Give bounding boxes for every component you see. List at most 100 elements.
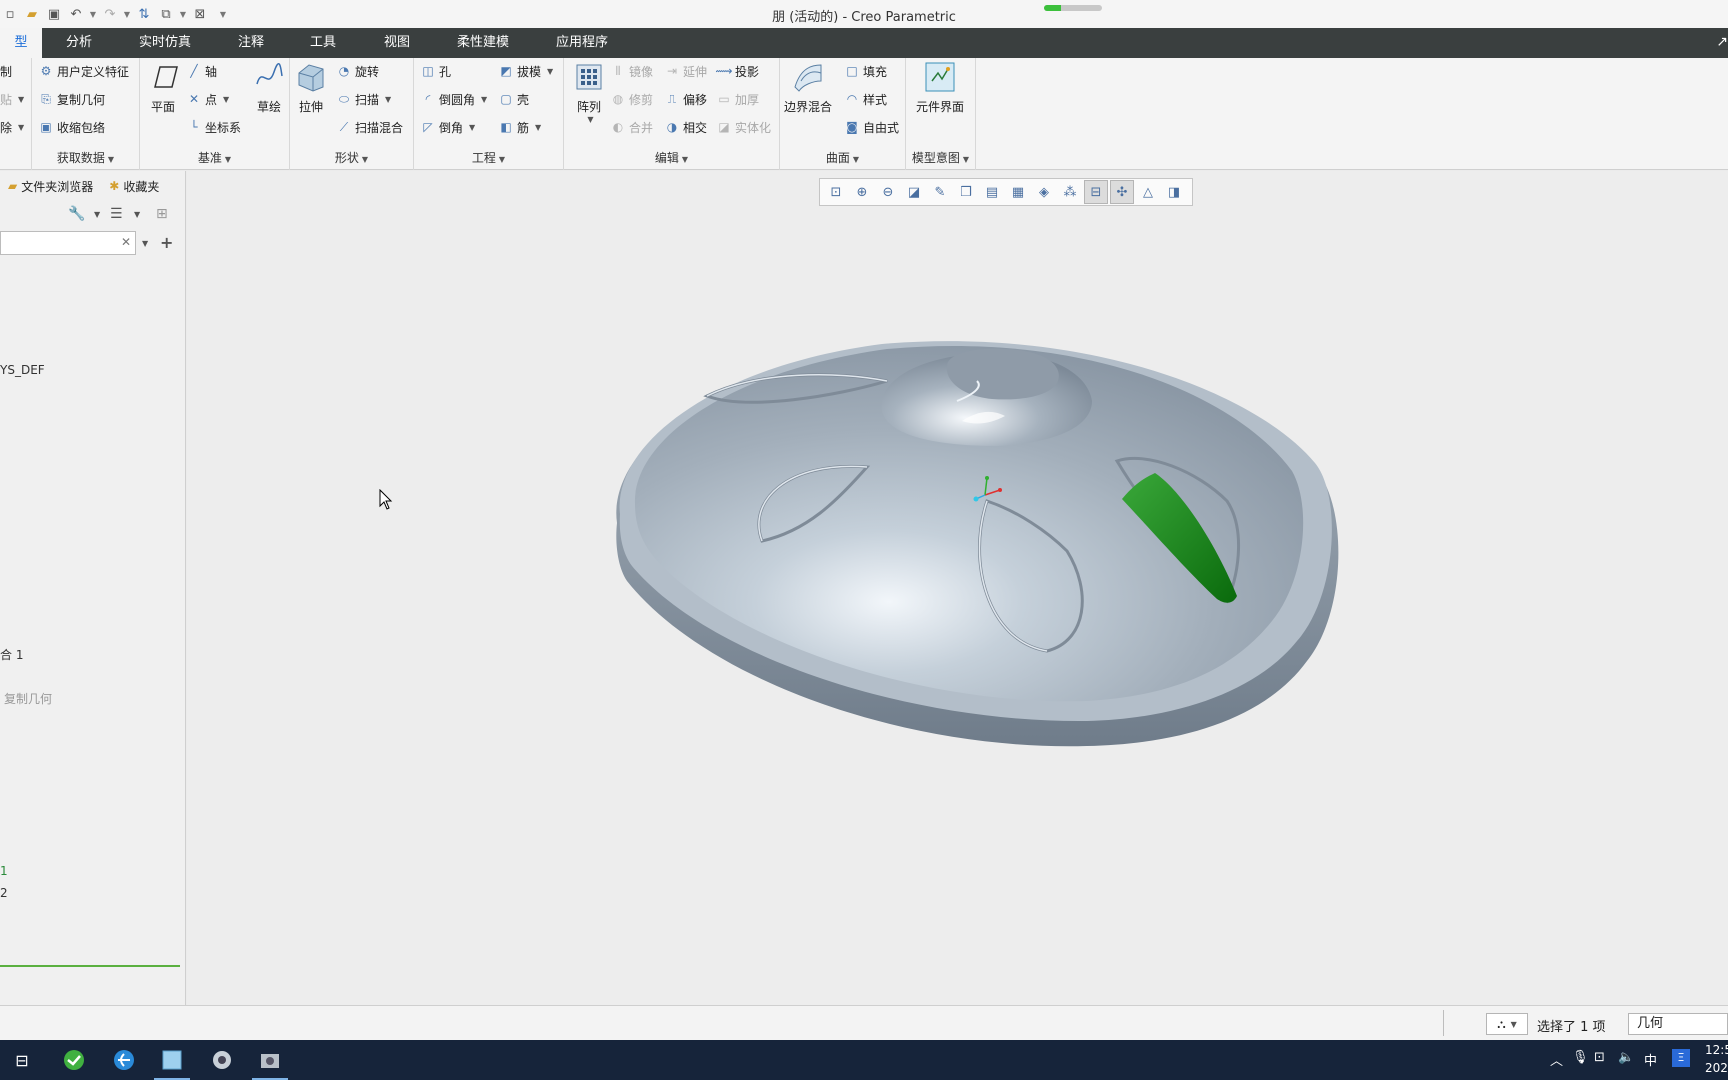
merge-label: 合并 bbox=[629, 120, 654, 135]
mirror-button[interactable]: ⫴ 镜像 bbox=[610, 60, 653, 82]
editing-label: 编辑 bbox=[654, 151, 679, 165]
thicken-button[interactable]: ▭ 加厚 bbox=[716, 88, 759, 110]
axis-button[interactable]: ╱ 轴 bbox=[186, 60, 217, 82]
sketch-icon bbox=[252, 60, 286, 94]
trim-button[interactable]: ◍ 修剪 bbox=[610, 88, 653, 110]
round-caret-icon: ▼ bbox=[481, 94, 488, 104]
clear-search-icon[interactable]: ✕ bbox=[121, 235, 131, 249]
fill-button[interactable]: □ 填充 bbox=[844, 60, 887, 82]
user-defined-feature-button[interactable]: ⚙ 用户定义特征 bbox=[38, 60, 129, 82]
group-label-surfaces[interactable]: 曲面 ▼ bbox=[780, 149, 905, 166]
group-label-model-intent[interactable]: 模型意图 ▼ bbox=[906, 149, 975, 166]
round-button[interactable]: ◜ 倒圆角 ▼ bbox=[420, 88, 488, 110]
ime-indicator[interactable]: 中 bbox=[1644, 1050, 1657, 1069]
tree-filter-icon[interactable]: ⊞ bbox=[156, 206, 168, 222]
solidify-icon: ◪ bbox=[718, 120, 730, 134]
coordinate-system-button[interactable]: └ 坐标系 bbox=[186, 116, 241, 138]
tab-live-simulation[interactable]: 实时仿真 bbox=[130, 28, 200, 58]
extrude-button[interactable]: 拉伸 bbox=[294, 60, 328, 115]
shell-button[interactable]: ▢ 壳 bbox=[498, 88, 529, 110]
group-label-shapes[interactable]: 形状 ▼ bbox=[290, 149, 413, 166]
solidify-button[interactable]: ◪ 实体化 bbox=[716, 116, 771, 138]
tab-flexible-modeling[interactable]: 柔性建模 bbox=[450, 28, 516, 58]
shrinkwrap-button[interactable]: ▣ 收缩包络 bbox=[38, 116, 105, 138]
3d-model[interactable] bbox=[187, 171, 1728, 1005]
paste-button[interactable]: 贴 ▼ bbox=[0, 88, 24, 110]
pattern-label: 阵列 bbox=[576, 100, 601, 114]
show-hidden-icons-icon[interactable]: ︿ bbox=[1550, 1050, 1563, 1069]
minimize-ribbon-icon[interactable]: ↗ bbox=[1716, 34, 1728, 50]
tree-item-3[interactable]: 2 bbox=[0, 886, 8, 900]
clock-date[interactable]: 202 bbox=[1705, 1061, 1728, 1075]
volume-icon[interactable]: 🔈 bbox=[1618, 1050, 1634, 1065]
tree-item-copy-geometry[interactable]: 复制几何 bbox=[4, 690, 52, 707]
tab-model[interactable]: 型 bbox=[0, 28, 42, 58]
merge-button[interactable]: ◐ 合并 bbox=[610, 116, 653, 138]
sweep-button[interactable]: ⬭ 扫描 ▼ bbox=[336, 88, 391, 110]
intersect-icon: ◑ bbox=[666, 120, 678, 134]
add-icon[interactable]: + bbox=[160, 233, 173, 252]
intersect-button[interactable]: ◑ 相交 bbox=[664, 116, 707, 138]
sketch-button[interactable]: 草绘 bbox=[252, 60, 286, 115]
rib-button[interactable]: ◧ 筋 ▼ bbox=[498, 116, 541, 138]
find-button[interactable]: ⛬ ▼ bbox=[1486, 1013, 1528, 1035]
tab-favorites[interactable]: ✱ 收藏夹 bbox=[101, 171, 167, 201]
selection-filter[interactable]: 几何 bbox=[1628, 1013, 1728, 1035]
browser-icon[interactable] bbox=[102, 1040, 146, 1080]
style-button[interactable]: ◠ 样式 bbox=[844, 88, 887, 110]
pattern-button[interactable]: 阵列 ▼ bbox=[572, 60, 606, 124]
delete-button[interactable]: 除 ▼ bbox=[0, 116, 24, 138]
group-label-editing[interactable]: 编辑 ▼ bbox=[564, 149, 779, 166]
creo-taskbar-icon[interactable] bbox=[150, 1040, 194, 1080]
insert-indicator-line[interactable] bbox=[0, 965, 180, 967]
tab-applications[interactable]: 应用程序 bbox=[548, 28, 616, 58]
plane-button[interactable]: 平面 bbox=[146, 60, 180, 115]
tab-tools[interactable]: 工具 bbox=[302, 28, 344, 58]
extend-button[interactable]: ⇥ 延伸 bbox=[664, 60, 707, 82]
group-label-get-data[interactable]: 获取数据 ▼ bbox=[32, 149, 139, 166]
app-camera-icon[interactable] bbox=[200, 1040, 244, 1080]
revolve-button[interactable]: ◔ 旋转 bbox=[336, 60, 379, 82]
boundary-blend-button[interactable]: 边界混合 bbox=[784, 60, 832, 115]
show-icon[interactable]: ☰ bbox=[110, 206, 123, 222]
show-caret-icon[interactable]: ▼ bbox=[134, 210, 140, 219]
tree-settings-caret-icon[interactable]: ▼ bbox=[94, 210, 100, 219]
hole-button[interactable]: ◫ 孔 bbox=[420, 60, 451, 82]
chamfer-caret-icon: ▼ bbox=[469, 122, 476, 132]
copy-geometry-button[interactable]: ⎘ 复制几何 bbox=[38, 88, 105, 110]
tree-item-2[interactable]: 1 bbox=[0, 864, 8, 878]
input-method-icon[interactable]: Ξ bbox=[1672, 1049, 1690, 1067]
chamfer-button[interactable]: ◸ 倒角 ▼ bbox=[420, 116, 475, 138]
tree-item-default-csys[interactable]: YS_DEF bbox=[0, 363, 45, 377]
surfaces-caret-icon: ▼ bbox=[852, 155, 860, 164]
search-options-caret-icon[interactable]: ▼ bbox=[142, 239, 148, 248]
draft-button[interactable]: ◩ 拔模 ▼ bbox=[498, 60, 553, 82]
clock-time[interactable]: 12:5 bbox=[1705, 1043, 1728, 1057]
group-label-datum[interactable]: 基准 ▼ bbox=[140, 149, 289, 166]
tab-annotate[interactable]: 注释 bbox=[230, 28, 272, 58]
swept-blend-button[interactable]: ⟋ 扫描混合 bbox=[336, 116, 403, 138]
task-view-icon[interactable]: ⊟ bbox=[0, 1040, 44, 1080]
group-label-engineering[interactable]: 工程 ▼ bbox=[414, 149, 563, 166]
app-recorder-icon[interactable] bbox=[248, 1040, 292, 1080]
extrude-label: 拉伸 bbox=[298, 100, 323, 114]
tree-item-1[interactable]: 合 1 bbox=[0, 646, 23, 663]
component-interface-button[interactable]: 元件界面 bbox=[916, 60, 964, 115]
freestyle-button[interactable]: ◙ 自由式 bbox=[844, 116, 899, 138]
tab-analysis[interactable]: 分析 bbox=[58, 28, 100, 58]
tree-search-input[interactable]: ✕ bbox=[0, 231, 136, 255]
tree-settings-icon[interactable]: 🔧 bbox=[68, 206, 85, 222]
tab-view[interactable]: 视图 bbox=[376, 28, 418, 58]
offset-button[interactable]: ⎍ 偏移 bbox=[664, 88, 707, 110]
group-datum: 平面 ╱ 轴 ✕ 点 ▼ └ 坐标系 草绘 基准 ▼ bbox=[140, 58, 290, 170]
tab-folder-browser[interactable]: ▰ 文件夹浏览器 bbox=[0, 171, 101, 201]
copy-button[interactable]: 制 bbox=[0, 60, 12, 82]
microphone-icon[interactable]: 🎙 bbox=[1572, 1050, 1589, 1065]
point-button[interactable]: ✕ 点 ▼ bbox=[186, 88, 229, 110]
group-operations: 制 贴 ▼ 除 ▼ bbox=[0, 58, 32, 170]
project-icon: ⟿ bbox=[715, 64, 733, 78]
network-icon[interactable]: ⊡ bbox=[1594, 1050, 1605, 1065]
graphics-viewport[interactable]: ⊡ ⊕ ⊖ ◪ ✎ ❒ ▤ ▦ ◈ ⁂ ⊟ ✣ △ ◨ bbox=[187, 171, 1728, 1005]
project-button[interactable]: ⟿ 投影 bbox=[715, 60, 759, 82]
app-360-icon[interactable] bbox=[52, 1040, 96, 1080]
